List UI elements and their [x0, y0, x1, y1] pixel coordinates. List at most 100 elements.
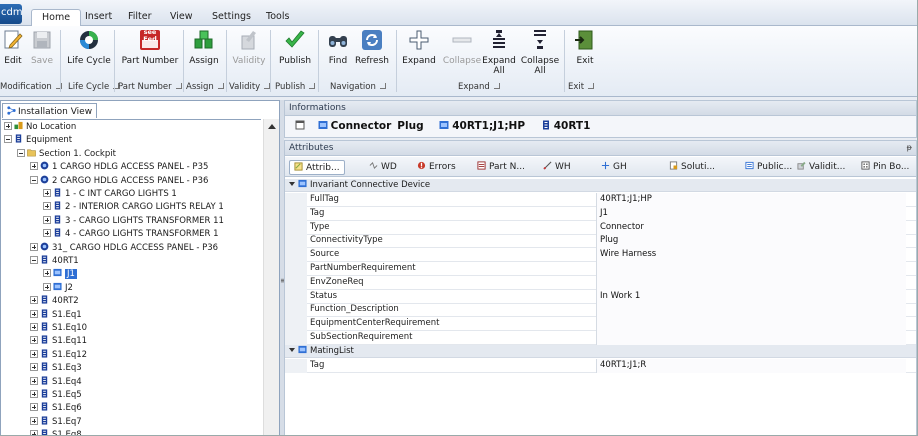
property-value[interactable] [596, 275, 906, 290]
expand-toggle-icon[interactable] [43, 282, 51, 291]
part-number-button[interactable]: see Eed Part Number [118, 28, 182, 80]
tree-node[interactable]: J1 [43, 268, 77, 281]
life-cycle-button[interactable]: Life Cycle [64, 28, 114, 80]
collapse-arrow-icon[interactable] [289, 182, 295, 186]
scroll-up-arrow-icon[interactable] [268, 124, 276, 129]
expand-toggle-icon[interactable] [30, 336, 38, 345]
collapse-arrow-icon[interactable] [289, 347, 295, 352]
property-value[interactable]: 40RT1;J1;R [596, 358, 906, 373]
expand-toggle-icon[interactable] [30, 162, 38, 171]
tree-node[interactable]: 1 - C INT CARGO LIGHTS 1 [43, 188, 177, 201]
app-logo[interactable]: cdm [0, 4, 22, 24]
property-row[interactable]: SubSectionRequirement [285, 331, 916, 345]
tree-node[interactable]: 31_ CARGO HDLG ACCESS PANEL - P36 [30, 242, 218, 255]
attributes-tab-soluti[interactable]: Soluti... [665, 160, 719, 175]
dialog-launcher-icon[interactable] [309, 83, 316, 89]
expand-toggle-icon[interactable] [30, 403, 38, 412]
tab-settings[interactable]: Settings [202, 9, 261, 26]
tree-node[interactable]: S1.Eq8 [30, 429, 82, 435]
tree-node[interactable]: S1.Eq3 [30, 362, 82, 375]
tab-filter[interactable]: Filter [118, 9, 162, 26]
tree-node[interactable]: 3 - CARGO LIGHTS TRANSFORMER 11 [43, 215, 224, 228]
expand-toggle-icon[interactable] [30, 430, 38, 435]
tree-vertical-scrollbar[interactable] [263, 119, 279, 435]
dialog-launcher-icon[interactable] [588, 83, 595, 89]
attributes-tab-public[interactable]: Public... [741, 160, 796, 175]
property-row[interactable]: EnvZoneReq [285, 275, 916, 290]
tree-node[interactable]: No Location [4, 121, 76, 134]
attributes-tab-validit[interactable]: Validit... [793, 160, 849, 175]
tree-node[interactable]: S1.Eq7 [30, 416, 82, 429]
tree-node[interactable]: 1 CARGO HDLG ACCESS PANEL - P35 [30, 161, 208, 174]
tree-node[interactable]: S1.Eq4 [30, 376, 82, 389]
tree-node[interactable]: 40RT2 [30, 295, 79, 308]
expand-toggle-icon[interactable] [43, 202, 51, 211]
property-row[interactable]: Type Connector [285, 220, 916, 235]
expand-toggle-icon[interactable] [43, 189, 51, 197]
validity-button[interactable]: Validity [229, 28, 269, 80]
tree-node[interactable]: 2 CARGO HDLG ACCESS PANEL - P36 [30, 175, 208, 188]
collapse-toggle-icon[interactable] [17, 148, 25, 157]
attributes-tab-wd[interactable]: WD [365, 160, 401, 175]
property-row[interactable]: Tag J1 [285, 206, 916, 221]
expand-toggle-icon[interactable] [30, 390, 38, 398]
attributes-tab-attrib[interactable]: Attrib... [289, 160, 345, 175]
property-row[interactable]: Source Wire Harness [285, 248, 916, 263]
expand-toggle-icon[interactable] [30, 349, 38, 358]
expand-toggle-icon[interactable] [30, 242, 38, 251]
tree-node[interactable]: 4 - CARGO LIGHTS TRANSFORMER 1 [43, 228, 219, 241]
property-group-header[interactable]: Invariant Connective Device [285, 179, 916, 192]
dialog-launcher-icon[interactable] [493, 83, 500, 89]
tab-view[interactable]: View [160, 9, 203, 26]
tree-node[interactable]: S1.Eq10 [30, 322, 87, 335]
tab-home[interactable]: Home [31, 9, 82, 27]
find-button[interactable]: Find [324, 28, 352, 80]
tree-node[interactable]: S1.Eq12 [30, 349, 87, 362]
dialog-launcher-icon[interactable] [217, 83, 224, 89]
tree-node[interactable]: S1.Eq1 [30, 309, 82, 322]
installation-view-tab[interactable]: Installation View [2, 103, 98, 118]
collapse-toggle-icon[interactable] [30, 256, 38, 264]
property-row[interactable]: FullTag 40RT1;J1;HP [285, 193, 916, 207]
exit-button[interactable]: Exit [568, 28, 602, 80]
pin-icon[interactable]: ᵽ [907, 143, 912, 152]
property-row[interactable]: Status In Work 1 [285, 289, 916, 304]
expand-all-button[interactable]: Expand All [482, 28, 516, 80]
tree-node[interactable]: S1.Eq6 [30, 402, 82, 415]
property-value[interactable]: J1 [596, 206, 906, 221]
expand-toggle-icon[interactable] [4, 122, 12, 130]
attributes-tab-pinbo[interactable]: Pin Bo... [857, 160, 913, 175]
attributes-tab-errors[interactable]: Errors [413, 160, 460, 175]
expand-toggle-icon[interactable] [30, 309, 38, 318]
tree-node[interactable]: Equipment [4, 134, 72, 147]
assign-button[interactable]: Assign [186, 28, 222, 80]
edit-button[interactable]: Edit [0, 28, 26, 80]
expand-button[interactable]: Expand [400, 28, 438, 80]
tree-node[interactable]: S1.Eq5 [30, 389, 82, 402]
expand-toggle-icon[interactable] [43, 269, 51, 278]
tree-node[interactable]: S1.Eq11 [30, 335, 87, 348]
tab-insert[interactable]: Insert [75, 9, 122, 26]
publish-button[interactable]: Publish [275, 28, 315, 80]
save-button[interactable]: Save [28, 28, 56, 80]
dialog-launcher-icon[interactable] [175, 83, 182, 89]
tab-tools[interactable]: Tools [256, 9, 299, 26]
tree-node[interactable]: J2 [43, 282, 73, 295]
expand-toggle-icon[interactable] [30, 363, 38, 372]
expand-toggle-icon[interactable] [30, 296, 38, 305]
property-group-header[interactable]: MatingList [285, 344, 916, 358]
property-value[interactable]: In Work 1 [596, 289, 906, 304]
expand-toggle-icon[interactable] [30, 323, 38, 331]
property-value[interactable]: Wire Harness [596, 248, 906, 263]
property-row[interactable]: ConnectivityType Plug [285, 234, 916, 249]
tree-node[interactable]: 2 - INTERIOR CARGO LIGHTS RELAY 1 [43, 201, 224, 214]
property-value[interactable] [596, 303, 906, 318]
tree-node[interactable]: 40RT1 [30, 255, 79, 268]
expand-toggle-icon[interactable] [30, 376, 38, 385]
expand-toggle-icon[interactable] [43, 229, 51, 238]
property-value[interactable]: 40RT1;J1;HP [596, 193, 906, 207]
property-value[interactable]: Plug [596, 234, 906, 249]
property-value[interactable] [596, 262, 906, 276]
collapse-button[interactable]: Collapse [441, 28, 483, 80]
expand-toggle-icon[interactable] [43, 215, 51, 224]
